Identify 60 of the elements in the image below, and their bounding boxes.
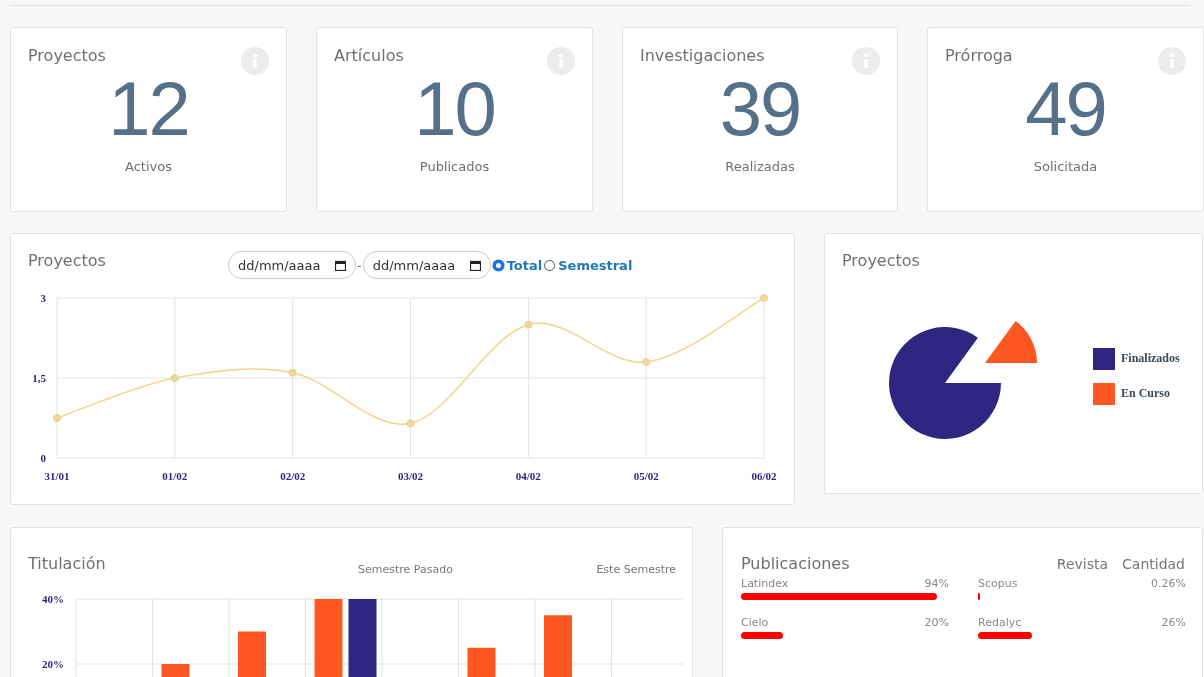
radio-button[interactable]: Semestral [544,257,633,273]
axis-label: 06/02 [751,470,777,482]
percentage: 26% [1161,616,1186,629]
axis-label: 1,5 [32,372,46,384]
axis-label: 04/02 [515,470,541,482]
data-point [288,368,297,377]
stat-caption: Solicitada [1033,159,1098,174]
axis-label: 03/02 [397,470,424,482]
data-point [760,294,768,302]
stat-value: 12 [108,71,189,147]
axis-label: 05/02 [633,470,659,482]
bar [161,664,190,677]
column-header: Cantidad [1122,556,1185,572]
legend-label: Finalizados [1121,351,1180,366]
data-point [53,414,61,422]
radio-button[interactable]: Total [492,257,543,273]
axis-label: 20% [42,658,64,670]
stat-value: 49 [1025,71,1106,147]
legend-label: Este Semestre [596,563,676,576]
calendar-icon[interactable] [335,260,346,271]
percentage: 0.26% [1151,577,1186,590]
card-title: Proyectos [28,46,106,65]
stat-caption: Activos [125,159,172,174]
axis-label: 02/02 [280,470,306,482]
stat-caption: Realizadas [725,159,795,174]
journal-name: Cielo [741,616,769,629]
bar [238,631,266,677]
data-point [642,358,651,366]
card-title: Proyectos [28,251,107,270]
legend-label: En Curso [1121,386,1170,401]
axis-label: 40% [42,593,64,605]
card-title: Prórroga [945,46,1013,65]
data-point [406,419,415,428]
calendar-icon[interactable] [469,260,481,271]
card-title: Investigaciones [640,46,765,65]
axis-label: 31/01 [44,470,70,482]
percentage: 94% [924,577,949,590]
range-separator: - [357,257,362,273]
card-title: Titulación [28,554,107,573]
card-title: Proyectos [842,251,920,270]
stat-caption: Publicados [419,159,490,174]
percentage: 20% [924,616,949,629]
journal-name: Redalyc [978,616,1022,629]
axis-label: 01/02 [162,470,188,482]
stat-value: 10 [414,71,495,147]
column-header: Revista [1056,556,1109,572]
date-field[interactable]: dd/mm/aaaa [228,251,356,279]
journal-name: Latindex [741,577,789,590]
legend-label: Semestre Pasado [358,563,453,576]
card-title: Publicaciones [741,554,851,573]
axis-label: 3 [40,292,46,304]
date-field[interactable]: dd/mm/aaaa [362,251,491,279]
card-title: Artículos [334,46,404,65]
data-point [170,374,179,382]
journal-name: Scopus [978,577,1018,590]
data-point [524,320,533,329]
bar [544,615,572,677]
stat-value: 39 [719,71,801,147]
axis-label: 0 [40,452,46,464]
bar [467,647,496,677]
